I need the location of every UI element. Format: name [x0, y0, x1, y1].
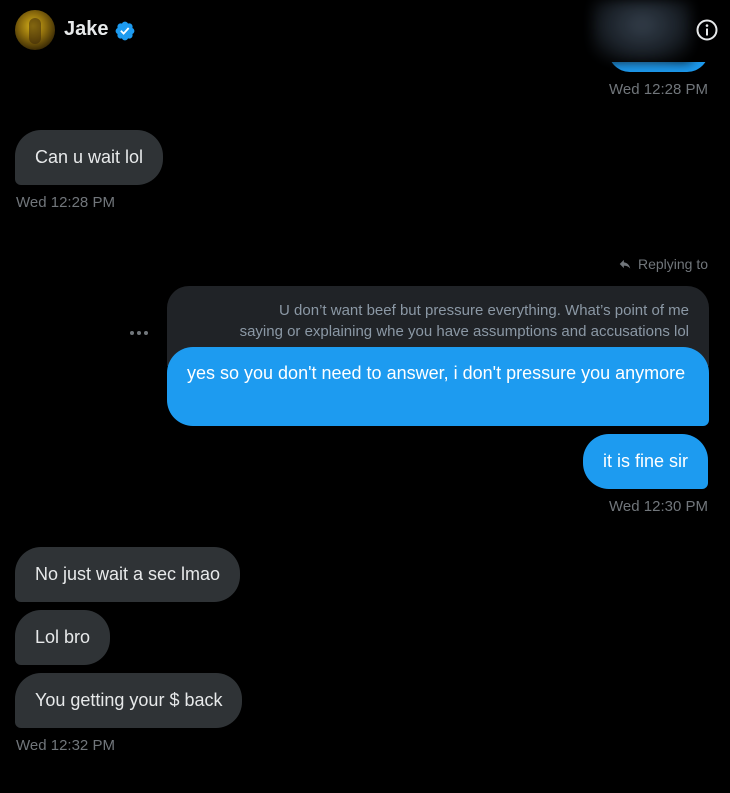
verified-badge-icon [115, 21, 135, 41]
avatar[interactable] [15, 10, 55, 50]
outgoing-message[interactable]: it is fine sir [582, 434, 708, 489]
contact-name[interactable]: Jake [64, 18, 109, 41]
conversation-header: Jake [0, 0, 730, 62]
replying-to-text: Replying to [637, 256, 708, 272]
message-timestamp: Wed 12:28 PM [609, 81, 708, 98]
message-timestamp: Wed 12:28 PM [16, 194, 115, 211]
incoming-message[interactable]: Can u wait lol [15, 130, 164, 185]
quoted-text-line: saying or explaining whe you have assump… [239, 323, 689, 340]
more-options-icon[interactable] [126, 322, 152, 344]
message-timestamp: Wed 12:32 PM [16, 737, 115, 754]
incoming-message[interactable]: No just wait a sec lmao [15, 547, 241, 602]
quoted-text-line: U don’t want beef but pressure everythin… [279, 302, 689, 319]
info-icon[interactable] [695, 18, 719, 42]
replying-to-label: Replying to [618, 256, 708, 272]
message-timestamp: Wed 12:30 PM [609, 498, 708, 515]
incoming-message[interactable]: Lol bro [15, 610, 111, 665]
reply-arrow-icon [619, 259, 631, 269]
outgoing-reply-message[interactable]: yes so you don't need to answer, i don't… [167, 347, 709, 426]
blurred-region [592, 0, 692, 62]
incoming-message[interactable]: You getting your $ back [15, 673, 243, 728]
